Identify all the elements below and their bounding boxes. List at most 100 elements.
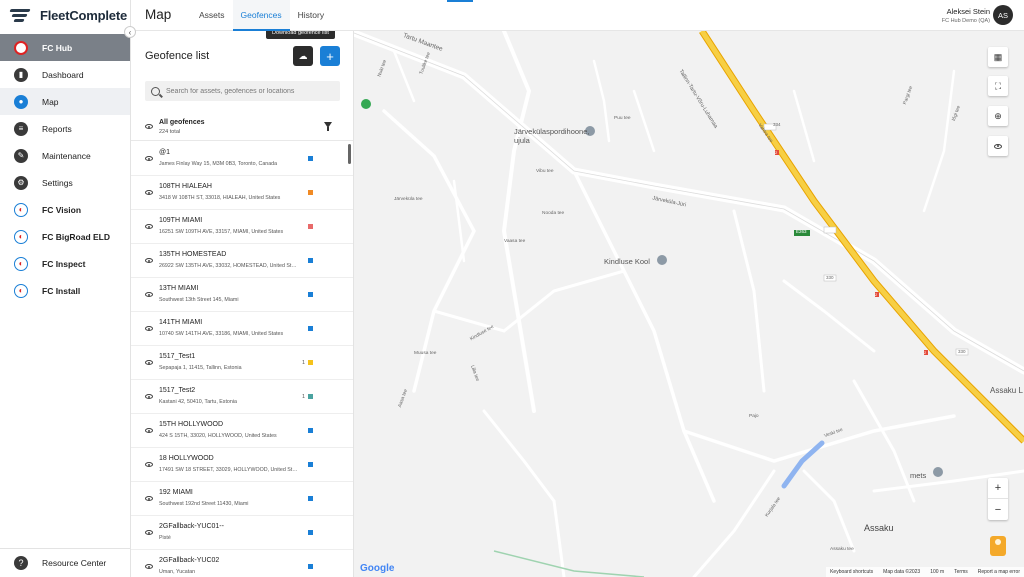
eye-icon [994,143,1002,149]
tab-assets[interactable]: Assets [191,0,233,31]
eye-icon[interactable] [145,190,153,195]
road-number: 2 [875,292,878,297]
fc-bigroad-icon: ◐ [14,229,28,244]
map-type-button[interactable]: ▦ [988,47,1008,67]
sidebar-collapse-button[interactable]: ‹ [124,26,136,38]
list-item[interactable]: 108TH HIALEAH 3418 W 108TH ST, 33018, HIA… [131,176,353,210]
geofence-color-swatch [308,462,313,467]
sidebar-item-fc-bigroad-eld[interactable]: ◐ FC BigRoad ELD [0,223,130,250]
eye-icon[interactable] [145,530,153,535]
tab-bar: Assets Geofences History [191,0,332,31]
map-scale[interactable]: 100 m [930,569,944,575]
street-label: Vibu tee [536,169,554,174]
sidebar-item-label: FC Vision [42,204,82,215]
list-item[interactable]: 2GFallback-YUC02 Uman, Yucatan [131,550,353,577]
eye-icon[interactable] [145,326,153,331]
list-item[interactable]: 109TH MIAMI 16251 SW 109TH AVE, 33157, MI… [131,210,353,244]
all-geofences-row[interactable]: All geofences 224 total [131,113,353,141]
avatar[interactable]: AS [993,5,1013,25]
list-item[interactable]: @1 James Finlay Way 15, M3M 0B3, Toronto,… [131,142,353,176]
eye-icon[interactable] [145,224,153,229]
download-geofence-list-button[interactable]: ☁ [293,46,313,66]
geofence-color-swatch [308,394,313,399]
geofence-name: 141TH MIAMI [159,319,203,326]
list-item[interactable]: 141TH MIAMI 10740 SW 141TH AVE, 33186, MI… [131,312,353,346]
list-item[interactable]: 1517_Test1 Sepapaja 1, 11415, Tallinn, Es… [131,346,353,380]
zoom-out-button[interactable]: − [988,499,1008,520]
tab-geofences[interactable]: Geofences [232,0,290,31]
visibility-toggle-button[interactable] [988,136,1008,156]
keyboard-shortcuts-link[interactable]: Keyboard shortcuts [830,569,873,575]
tab-history[interactable]: History [290,0,332,31]
geofence-count: 1 [302,360,306,366]
eye-icon[interactable] [145,124,153,129]
sidebar-item-reports[interactable]: ≡ Reports [0,115,130,142]
street-view-pegman-icon[interactable] [990,536,1006,556]
sidebar-item-fc-vision[interactable]: ◐ FC Vision [0,196,130,223]
logo[interactable]: FleetComplete [0,0,130,31]
eye-icon[interactable] [145,394,153,399]
list-item[interactable]: 13TH MIAMI Southwest 13th Street 145, Mia… [131,278,353,312]
list-item[interactable]: 135TH HOMESTEAD 26922 SW 135TH AVE, 33032… [131,244,353,278]
list-item[interactable]: 1517_Test2 Kastani 42, 50410, Tartu, Esto… [131,380,353,414]
eye-icon[interactable] [145,258,153,263]
report-map-error-link[interactable]: Report a map error [978,569,1020,575]
sidebar-item-fc-inspect[interactable]: ◐ FC Inspect [0,250,130,277]
google-logo[interactable]: Google [360,563,394,574]
eye-icon[interactable] [145,462,153,467]
geofence-address: Kastani 42, 50410, Tartu, Estonia [159,399,237,405]
logo-text: FleetComplete [40,8,127,23]
filter-icon[interactable] [324,122,332,131]
list-item[interactable]: 18 HOLLYWOOD 17491 SW 18 STREET, 33029, H… [131,448,353,482]
eye-icon[interactable] [145,360,153,365]
sidebar-item-label: Map [42,96,59,107]
reports-icon: ≡ [14,121,28,136]
poi-label[interactable]: mets [910,471,926,480]
zoom-in-button[interactable]: + [988,478,1008,499]
sidebar-item-maintenance[interactable]: ✎ Maintenance [0,142,130,169]
sidebar-item-fc-hub[interactable]: FC Hub [0,34,130,61]
geofence-color-swatch [308,496,313,501]
sidebar-item-fc-install[interactable]: ◐ FC Install [0,277,130,304]
sidebar-item-resource-center[interactable]: ? Resource Center [0,548,130,577]
eye-icon[interactable] [145,156,153,161]
sidebar-item-dashboard[interactable]: ▮ Dashboard [0,61,130,88]
poi-label[interactable]: Assaku L [990,386,1023,395]
sidebar-item-map[interactable]: ● Map [0,88,130,115]
map-pin-icon: ● [14,94,28,109]
list-item[interactable]: 192 MIAMI Southwest 192nd Street 11430, M… [131,482,353,516]
list-scrollbar[interactable] [348,144,351,164]
poi-label[interactable]: Assaku [864,523,894,533]
geofence-address: 26922 SW 135TH AVE, 33032, HOMESTEAD, Un… [159,263,299,269]
geofence-color-swatch [308,190,313,195]
geofence-color-swatch [308,428,313,433]
fullscreen-button[interactable]: ⛶ [988,76,1008,96]
gear-icon: ⚙ [14,175,28,190]
street-label: Assaku tee [830,547,854,552]
sidebar-item-settings[interactable]: ⚙ Settings [0,169,130,196]
sidebar-item-label: Dashboard [42,69,84,80]
list-item[interactable]: 2GFallback-YUC01-- Pisté [131,516,353,550]
terms-link[interactable]: Terms [954,569,968,575]
add-geofence-button[interactable]: + [320,46,340,66]
geofence-color-swatch [308,292,313,297]
eye-icon[interactable] [145,428,153,433]
sidebar-item-label: Resource Center [42,558,107,568]
user-info[interactable]: Aleksei Stein FC Hub Demo (QA) [942,7,990,24]
search-icon [151,86,160,96]
eye-icon[interactable] [145,496,153,501]
download-tooltip: Download geofence list [266,31,335,39]
geofence-address: Sepapaja 1, 11415, Tallinn, Estonia [159,365,242,371]
list-item[interactable]: 15TH HOLLYWOOD 424 S 15TH, 33020, HOLLYWO… [131,414,353,448]
poi-label[interactable]: Kindluse Kool [604,257,650,266]
geofence-address: Uman, Yucatan [159,569,196,575]
fleetcomplete-logo-icon [9,8,32,24]
zoom-to-fit-button[interactable]: ⊕ [988,106,1008,126]
geofence-address: Southwest 13th Street 145, Miami [159,297,239,303]
eye-icon[interactable] [145,564,153,569]
poi-label[interactable]: Järvekülaspordihoone, ujula [514,127,589,145]
map-view[interactable]: Tartu Maantee Tallinn-Tartu-Võru-Luhamaa… [354,31,1024,577]
eye-icon[interactable] [145,292,153,297]
geofence-list: @1 James Finlay Way 15, M3M 0B3, Toronto,… [131,142,353,577]
search-input[interactable] [166,87,336,95]
